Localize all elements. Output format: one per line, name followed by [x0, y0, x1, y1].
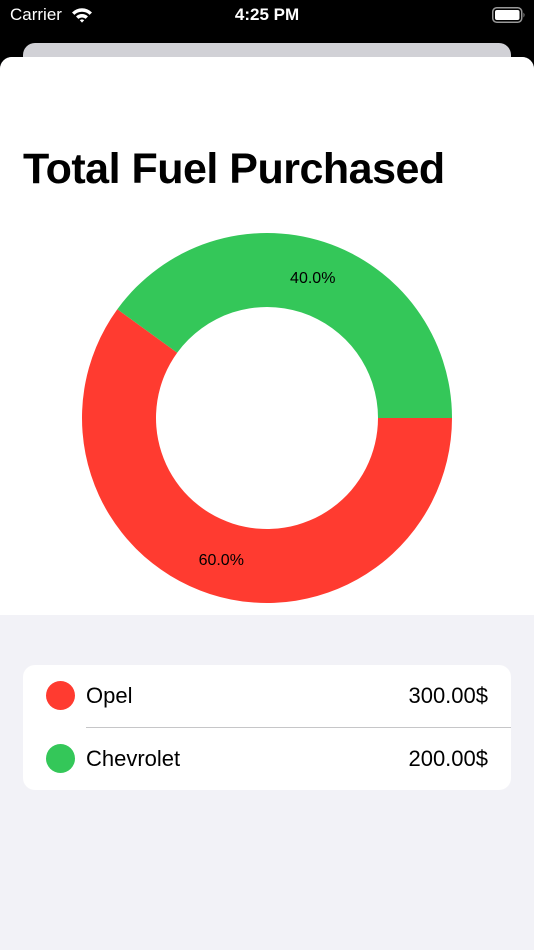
chevrolet-color-dot [46, 744, 75, 773]
modal-sheet: 60.0% 40.0% Total Fuel Purchased Opel 300… [0, 57, 534, 950]
donut-label-chevrolet: 40.0% [290, 270, 335, 287]
list-item-value: 200.00$ [408, 746, 488, 771]
list-item-opel[interactable]: Opel 300.00$ [23, 665, 511, 728]
list-item-name: Chevrolet [86, 746, 181, 771]
fuel-list: Opel 300.00$ Chevrolet 200.00$ [23, 665, 511, 790]
page-title: Total Fuel Purchased [23, 145, 445, 193]
chart-panel: 60.0% 40.0% Total Fuel Purchased [0, 57, 534, 615]
donut-label-opel: 60.0% [199, 552, 244, 569]
list-item-value: 300.00$ [408, 683, 488, 708]
list-item-chevrolet[interactable]: Chevrolet 200.00$ [23, 728, 511, 790]
battery-icon [492, 7, 525, 23]
list-item-name: Opel [86, 683, 133, 708]
donut-slice-chevrolet[interactable] [117, 233, 453, 418]
status-time: 4:25 PM [234, 5, 300, 24]
donut-chart: 60.0% 40.0% [81, 233, 453, 604]
opel-color-dot [46, 681, 75, 710]
status-bar: Carrier 4:25 PM [0, 0, 534, 44]
